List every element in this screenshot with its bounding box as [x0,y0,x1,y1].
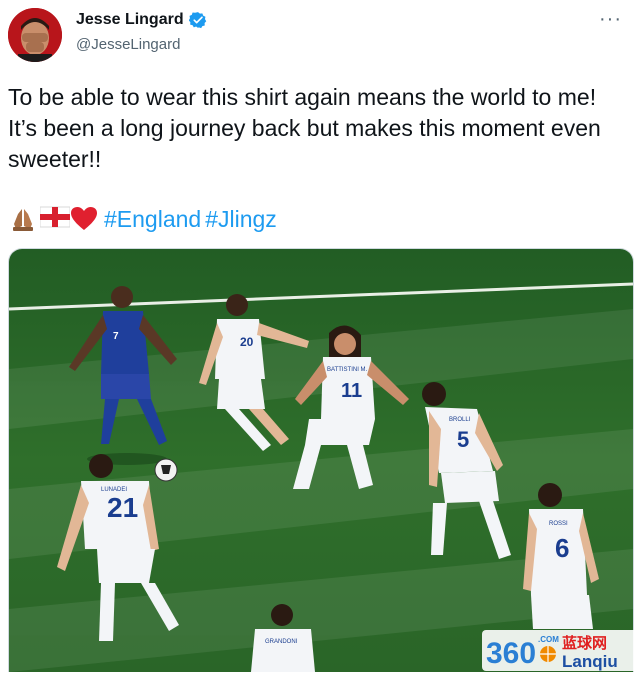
more-options-icon[interactable]: ··· [599,8,622,31]
player-number: 21 [107,492,138,523]
display-name[interactable]: Jesse Lingard [76,11,184,29]
tweet-text: To be able to wear this shirt again mean… [8,84,601,172]
lanqiu-watermark: 360 .COM 蓝球网 Lanqiu [482,630,640,671]
player-name: ROSSI [549,521,568,527]
watermark-cn: 蓝球网 [562,634,607,652]
avatar[interactable] [8,8,62,62]
player-number: 6 [555,533,569,563]
tweet-card: Jesse Lingard @JesseLingard ··· To be ab… [0,0,640,672]
author-name-row: Jesse Lingard [76,11,207,29]
emoji-hashtag-line: #England #Jlingz [10,202,277,236]
author-handle[interactable]: @JesseLingard [76,36,180,53]
hashtag-link[interactable]: #Jlingz [205,206,277,233]
avatar-photo [8,8,62,62]
player-number: 20 [240,335,254,349]
watermark-en: Lanqiu [562,652,618,671]
player-number: 7 [113,331,119,342]
hashtag-link[interactable]: #England [104,206,201,233]
england-flag-icon [39,206,71,232]
watermark-number: 360 [486,637,536,670]
player-name: BROLLI [449,417,471,423]
watermark-domain: .COM [538,635,559,644]
red-heart-icon [70,206,97,232]
player-number: 11 [341,380,362,402]
football-match-photo: 7 20 BATTISTINI M. 11 BROLLI 5 LUNADEI 2… [9,249,633,672]
folded-hands-icon [10,206,36,232]
player-number: 5 [457,427,469,452]
player-name: GRANDONI [265,639,298,645]
verified-badge-icon [188,11,207,29]
tweet-media-photo[interactable]: 7 20 BATTISTINI M. 11 BROLLI 5 LUNADEI 2… [8,248,634,672]
player-name: BATTISTINI M. [327,367,368,373]
